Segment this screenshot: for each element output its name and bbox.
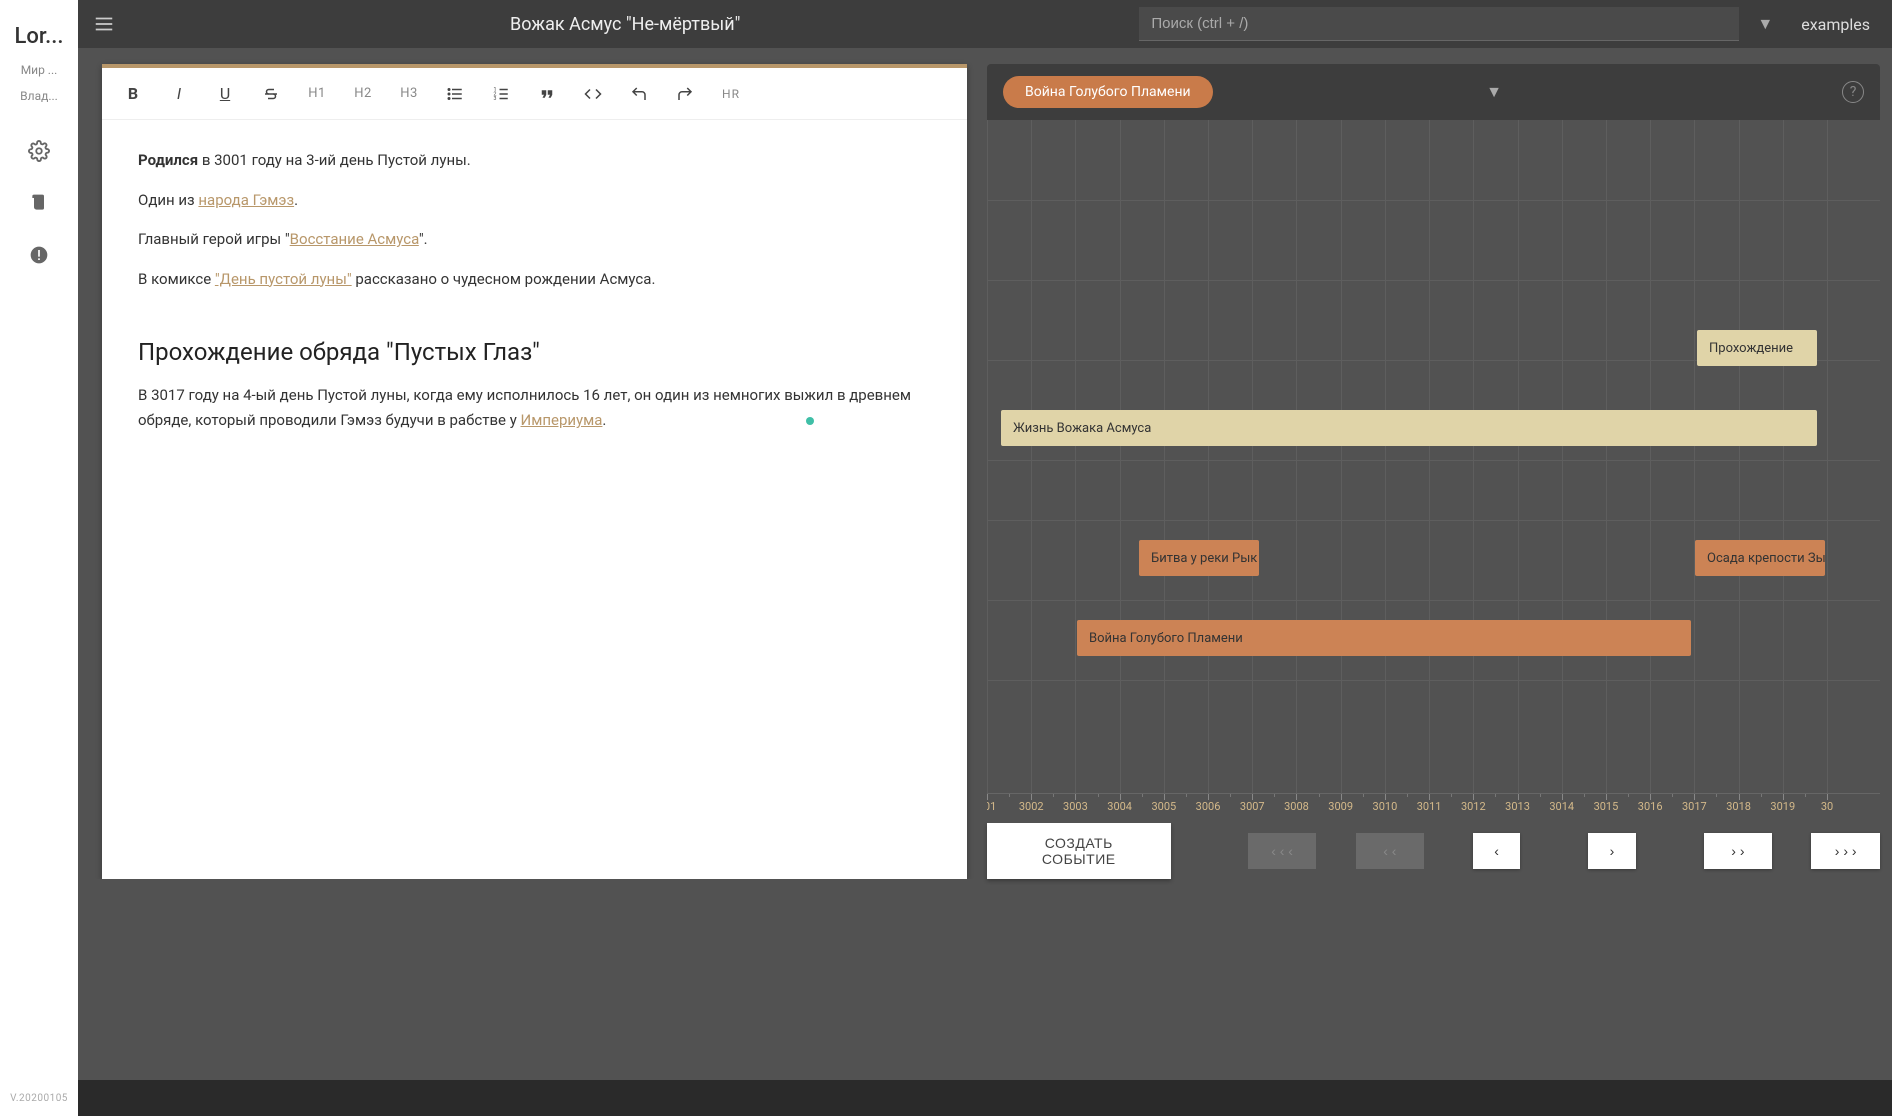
alert-icon[interactable]: [27, 243, 51, 267]
ol-button[interactable]: 123: [490, 78, 512, 110]
nav-fast-back-button: ‹ ‹ ‹: [1248, 833, 1317, 869]
ruler-year: 3009: [1328, 794, 1353, 813]
timeline-pane: Война Голубого Пламени ▼ ? Прохождение Жи…: [987, 64, 1880, 879]
link-imperium[interactable]: Империума: [521, 411, 603, 429]
timeline-body[interactable]: Прохождение Жизнь Вожака Асмуса Битва у ре…: [987, 120, 1880, 823]
link-narod-gemez[interactable]: народа Гэмэз: [198, 191, 294, 209]
h2-button[interactable]: H2: [352, 78, 374, 110]
ruler-year: 001: [987, 794, 996, 813]
bold-button[interactable]: B: [122, 78, 144, 110]
ruler-year: 3014: [1549, 794, 1574, 813]
timeline-event[interactable]: Прохождение: [1697, 330, 1817, 366]
ruler-year: 3012: [1461, 794, 1486, 813]
ruler-year: 3013: [1505, 794, 1530, 813]
section-heading: Прохождение обряда "Пустых Глаз": [138, 332, 931, 373]
timeline-event[interactable]: Жизнь Вожака Асмуса: [1001, 410, 1817, 446]
sidebar-world-label: Мир ...: [0, 57, 78, 83]
ruler-year: 3004: [1107, 794, 1132, 813]
ruler-year: 3010: [1373, 794, 1398, 813]
nav-fast-fwd-button[interactable]: › › ›: [1811, 833, 1880, 869]
nav-fwd-button[interactable]: ›: [1588, 833, 1636, 869]
ruler-year: 3003: [1063, 794, 1088, 813]
page-title: Вожак Асмус "Не-мёртвый": [510, 14, 740, 35]
sidebar-owner-label: Влад...: [0, 83, 78, 109]
timeline-chip-dropdown-icon[interactable]: ▼: [1486, 82, 1502, 102]
timeline-controls: СОЗДАТЬ СОБЫТИЕ ‹ ‹ ‹ ‹ ‹ ‹ › › › › › ›: [987, 823, 1880, 879]
ruler-year: 3006: [1196, 794, 1221, 813]
footer-bar: [78, 1080, 1892, 1116]
nav-med-fwd-button[interactable]: › ›: [1704, 833, 1773, 869]
ruler-year: 3011: [1417, 794, 1442, 813]
svg-text:3: 3: [494, 96, 497, 102]
examples-link[interactable]: examples: [1791, 15, 1880, 34]
hamburger-icon[interactable]: [90, 10, 118, 38]
ruler-year: 3016: [1638, 794, 1663, 813]
undo-button[interactable]: [628, 78, 650, 110]
ruler-year: 3015: [1594, 794, 1619, 813]
help-icon[interactable]: ?: [1842, 81, 1864, 103]
h1-button[interactable]: H1: [306, 78, 328, 110]
gear-icon[interactable]: [27, 139, 51, 163]
app-logo[interactable]: Lor...: [0, 10, 78, 57]
underline-button[interactable]: U: [214, 78, 236, 110]
timeline-event[interactable]: Осада крепости Зы: [1695, 540, 1825, 576]
strikethrough-button[interactable]: [260, 78, 282, 110]
born-bold: Родился: [138, 151, 198, 169]
ruler-year: 3005: [1151, 794, 1176, 813]
timeline-filter-chip[interactable]: Война Голубого Пламени: [1003, 76, 1213, 108]
ruler-year: 3018: [1726, 794, 1751, 813]
ruler-year: 3002: [1019, 794, 1044, 813]
link-den-pustoi-luny[interactable]: "День пустой луны": [215, 270, 352, 288]
timeline-event[interactable]: Битва у реки Рык: [1139, 540, 1259, 576]
ruler-year: 3019: [1770, 794, 1795, 813]
timeline-event[interactable]: Война Голубого Пламени: [1077, 620, 1691, 656]
editor-pane: B I U H1 H2 H3 123: [102, 64, 967, 879]
editor-toolbar: B I U H1 H2 H3 123: [102, 68, 967, 120]
cursor-dot-icon: [806, 417, 814, 425]
topbar: Вожак Асмус "Не-мёртвый" ▼ examples: [78, 0, 1892, 48]
link-vosstanie-asmusa[interactable]: Восстание Асмуса: [290, 230, 419, 248]
nav-med-back-button: ‹ ‹: [1356, 833, 1425, 869]
italic-button[interactable]: I: [168, 78, 190, 110]
quote-button[interactable]: [536, 78, 558, 110]
h3-button[interactable]: H3: [398, 78, 420, 110]
redo-button[interactable]: [674, 78, 696, 110]
timeline-ruler: 001 3002 3003 3004 3005 3006 3007 3008 3009 3010 3…: [987, 793, 1880, 823]
ruler-year: 3007: [1240, 794, 1265, 813]
version-label: V.20200105: [10, 1093, 68, 1104]
create-event-button[interactable]: СОЗДАТЬ СОБЫТИЕ: [987, 823, 1171, 879]
hr-button[interactable]: HR: [720, 78, 742, 110]
search-dropdown-icon[interactable]: ▼: [1749, 14, 1781, 34]
scroll-icon[interactable]: [27, 191, 51, 215]
ruler-year: 3008: [1284, 794, 1309, 813]
search-input[interactable]: [1139, 7, 1739, 41]
ruler-year: 30: [1821, 794, 1833, 813]
nav-back-button[interactable]: ‹: [1473, 833, 1521, 869]
code-button[interactable]: [582, 78, 604, 110]
ruler-year: 3017: [1682, 794, 1707, 813]
sidebar-left: Lor... Мир ... Влад... V.20200105: [0, 0, 78, 1116]
ul-button[interactable]: [444, 78, 466, 110]
editor-content[interactable]: Родился в 3001 году на 3-ий день Пустой …: [102, 120, 967, 879]
timeline-header: Война Голубого Пламени ▼ ?: [987, 64, 1880, 120]
